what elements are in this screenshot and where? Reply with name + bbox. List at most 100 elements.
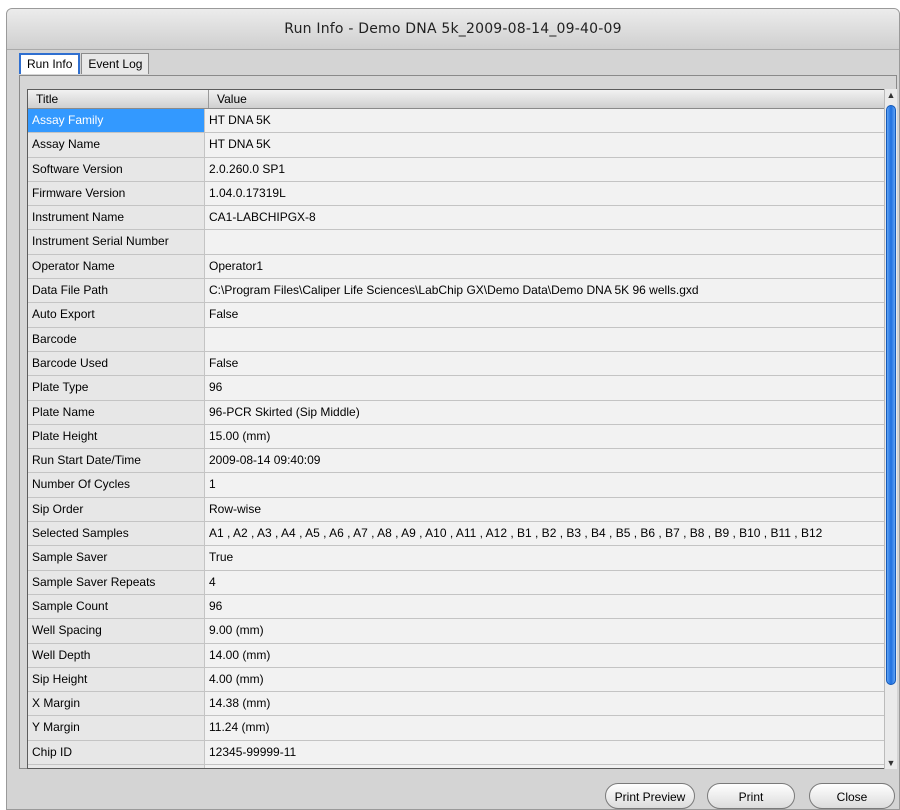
row-value-cell[interactable]: CA1-LABCHIPGX-8 (205, 206, 884, 230)
print-preview-button[interactable]: Print Preview (605, 783, 695, 809)
row-value-cell[interactable]: 4.00 (mm) (205, 667, 884, 692)
row-title-cell[interactable]: Plate Name (28, 400, 205, 424)
row-title-cell[interactable]: Data File Path (28, 279, 205, 303)
row-title-cell[interactable]: Well Depth (28, 643, 205, 667)
table-body: Assay Family HT DNA 5K Assay Name HT DNA 5K… (28, 109, 884, 768)
row-title-cell[interactable]: Sample Count (28, 594, 205, 619)
row-value-cell[interactable]: 96-PCR Skirted (Sip Middle) (205, 400, 884, 424)
table-row[interactable]: Well Spacing 9.00 (mm) (28, 619, 884, 644)
row-title-cell[interactable]: X Margin (28, 692, 205, 716)
table-row[interactable]: Chip ID 12345-99999-11 (28, 740, 884, 766)
table-row[interactable]: Selected Samples A1 , A2 , A3 , A4 , A5 ,… (28, 522, 884, 547)
row-value-cell[interactable]: A1 , A2 , A3 , A4 , A5 , A6 , A7 , A8 , … (205, 522, 884, 546)
table-row[interactable]: Firmware Version 1.04.0.17319L (28, 181, 884, 207)
row-value-cell[interactable]: 96 (205, 376, 884, 400)
row-title-cell[interactable]: Assay Name (28, 133, 205, 157)
row-value-cell[interactable]: HT DNA 5K (205, 133, 884, 157)
row-title-cell[interactable]: Sample Saver Repeats (28, 570, 205, 594)
row-title-cell[interactable]: Chip Expiration Date (28, 765, 205, 768)
table-row[interactable]: Software Version 2.0.260.0 SP1 (28, 157, 884, 182)
row-title-cell[interactable]: Auto Export (28, 303, 205, 327)
table-row[interactable]: Sip Order Row-wise (28, 497, 884, 523)
table-row[interactable]: Assay Family HT DNA 5K (28, 109, 884, 134)
row-value-cell[interactable] (205, 230, 884, 254)
row-title-cell[interactable]: Assay Family (28, 109, 205, 133)
table-row[interactable]: Sip Height 4.00 (mm) (28, 667, 884, 693)
row-value-cell[interactable]: 14.00 (mm) (205, 643, 884, 667)
button-bar: Print Preview Print Close (7, 773, 899, 809)
row-title-cell[interactable]: Barcode (28, 327, 205, 351)
table-row[interactable]: Operator Name Operator1 (28, 254, 884, 280)
row-title-cell[interactable]: Firmware Version (28, 181, 205, 206)
table-header: Title Value (28, 90, 884, 109)
row-value-cell[interactable]: 12345-99999-11 (205, 740, 884, 765)
row-value-cell[interactable]: 14.38 (mm) (205, 692, 884, 716)
table-row[interactable]: Data File Path C:\Program Files\Caliper L… (28, 279, 884, 304)
row-title-cell[interactable]: Sip Order (28, 497, 205, 522)
row-value-cell[interactable]: 1.04.0.17319L (205, 181, 884, 206)
table-row[interactable]: Plate Type 96 (28, 376, 884, 401)
table-row[interactable]: Sample Count 96 (28, 594, 884, 620)
table-row[interactable]: Plate Name 96-PCR Skirted (Sip Middle) (28, 400, 884, 425)
row-value-cell[interactable]: 2010-01-01 (205, 765, 884, 768)
row-title-cell[interactable]: Selected Samples (28, 522, 205, 546)
row-title-cell[interactable]: Plate Type (28, 376, 205, 400)
table-row[interactable]: Barcode (28, 327, 884, 352)
scroll-up-arrow-icon[interactable]: ▲ (885, 89, 897, 101)
column-header-title[interactable]: Title (28, 90, 209, 108)
print-button[interactable]: Print (707, 783, 795, 809)
column-header-value[interactable]: Value (209, 90, 247, 108)
table-row[interactable]: Instrument Name CA1-LABCHIPGX-8 (28, 206, 884, 231)
row-title-cell[interactable]: Chip ID (28, 740, 205, 765)
table-row[interactable]: Instrument Serial Number (28, 230, 884, 255)
title-bar[interactable]: Run Info - Demo DNA 5k_2009-08-14_09-40-… (7, 9, 899, 50)
tab-event-log[interactable]: Event Log (81, 53, 150, 74)
row-title-cell[interactable]: Instrument Serial Number (28, 230, 205, 254)
row-value-cell[interactable]: HT DNA 5K (205, 109, 884, 133)
run-info-table: Title Value Assay Family HT DNA 5K Assay N… (27, 89, 885, 769)
row-title-cell[interactable]: Number Of Cycles (28, 473, 205, 497)
row-title-cell[interactable]: Y Margin (28, 716, 205, 740)
row-value-cell[interactable]: Row-wise (205, 497, 884, 522)
table-row[interactable]: Well Depth 14.00 (mm) (28, 643, 884, 668)
row-title-cell[interactable]: Sample Saver (28, 546, 205, 570)
row-value-cell[interactable]: 11.24 (mm) (205, 716, 884, 740)
table-row[interactable]: Barcode Used False (28, 351, 884, 377)
row-value-cell[interactable]: 4 (205, 570, 884, 594)
row-title-cell[interactable]: Run Start Date/Time (28, 449, 205, 473)
vertical-scrollbar[interactable]: ▲ ▼ (884, 89, 897, 769)
row-title-cell[interactable]: Software Version (28, 157, 205, 181)
table-row[interactable]: Y Margin 11.24 (mm) (28, 716, 884, 741)
row-title-cell[interactable]: Plate Height (28, 424, 205, 449)
table-row[interactable]: Sample Saver Repeats 4 (28, 570, 884, 595)
row-value-cell[interactable]: True (205, 546, 884, 570)
table-row[interactable]: Assay Name HT DNA 5K (28, 133, 884, 158)
table-row[interactable]: Number Of Cycles 1 (28, 473, 884, 498)
table-row[interactable]: X Margin 14.38 (mm) (28, 692, 884, 717)
table-row[interactable]: Sample Saver True (28, 546, 884, 571)
row-value-cell[interactable]: Operator1 (205, 254, 884, 279)
row-value-cell[interactable]: C:\Program Files\Caliper Life Sciences\L… (205, 279, 884, 303)
row-value-cell[interactable]: 15.00 (mm) (205, 424, 884, 449)
row-value-cell[interactable]: False (205, 351, 884, 376)
table-row[interactable]: Plate Height 15.00 (mm) (28, 424, 884, 450)
row-value-cell[interactable]: 96 (205, 594, 884, 619)
row-value-cell[interactable]: 9.00 (mm) (205, 619, 884, 643)
row-value-cell[interactable]: 1 (205, 473, 884, 497)
tab-run-info[interactable]: Run Info (19, 53, 81, 74)
row-value-cell[interactable]: 2.0.260.0 SP1 (205, 157, 884, 181)
row-title-cell[interactable]: Instrument Name (28, 206, 205, 230)
row-title-cell[interactable]: Barcode Used (28, 351, 205, 376)
table-row[interactable]: Chip Expiration Date2010-01-01 (28, 765, 884, 768)
table-row[interactable]: Run Start Date/Time 2009-08-14 09:40:09 (28, 449, 884, 474)
row-value-cell[interactable]: False (205, 303, 884, 327)
row-title-cell[interactable]: Well Spacing (28, 619, 205, 643)
close-button[interactable]: Close (809, 783, 895, 809)
row-title-cell[interactable]: Sip Height (28, 667, 205, 692)
row-value-cell[interactable] (205, 327, 884, 351)
row-title-cell[interactable]: Operator Name (28, 254, 205, 279)
scroll-down-arrow-icon[interactable]: ▼ (885, 757, 897, 769)
row-value-cell[interactable]: 2009-08-14 09:40:09 (205, 449, 884, 473)
table-row[interactable]: Auto Export False (28, 303, 884, 328)
scrollbar-thumb[interactable] (886, 105, 896, 685)
